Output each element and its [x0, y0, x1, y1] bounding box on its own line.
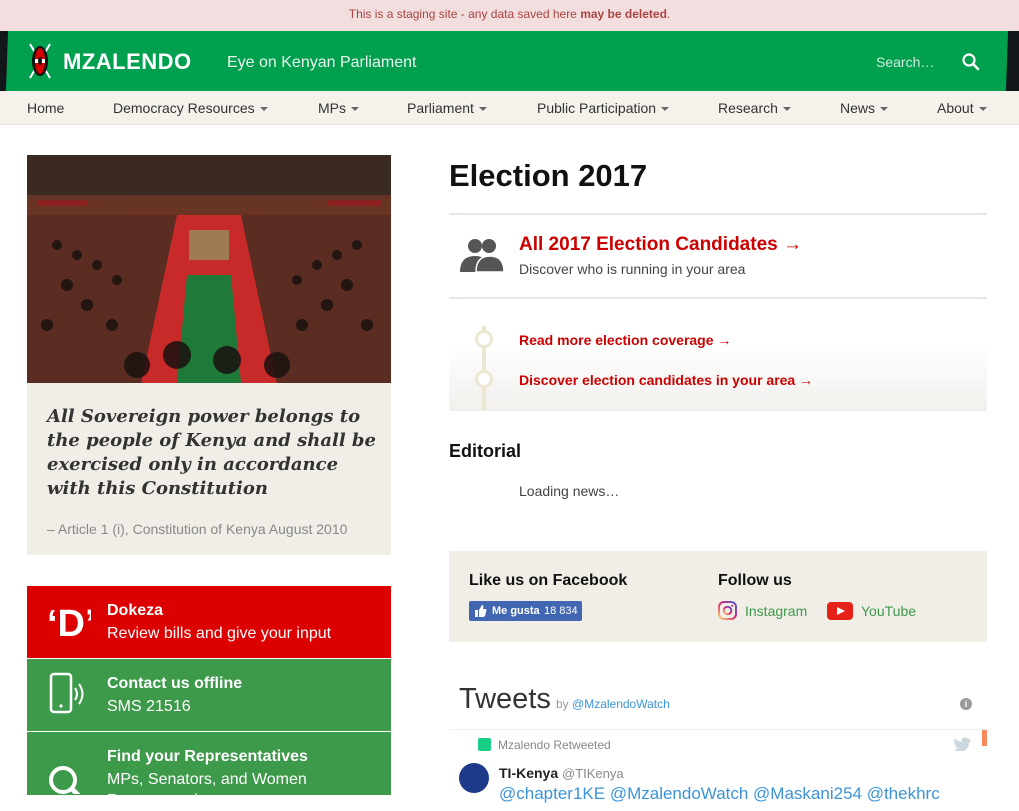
youtube-icon[interactable]: [827, 602, 853, 620]
facebook-like-button[interactable]: Me gusta 18 834: [469, 601, 582, 621]
quote-cite: – Article 1 (i), Constitution of Kenya A…: [47, 521, 348, 537]
tweet-author[interactable]: TI-Kenya @TIKenya: [499, 765, 624, 781]
tweet-handle: @TIKenya: [562, 766, 624, 781]
like-label: Me gusta: [492, 605, 540, 617]
tagline: Eye on Kenyan Parliament: [227, 54, 417, 71]
mobile-phone-icon: [49, 672, 84, 714]
brand-name[interactable]: MZALENDO: [63, 49, 192, 75]
all-candidates-sub: Discover who is running in your area: [519, 261, 746, 277]
tweets-by: by @MzalendoWatch: [556, 697, 670, 711]
facebook-heading: Like us on Facebook: [469, 572, 628, 589]
nav-mps[interactable]: MPs: [318, 100, 359, 116]
nav-democracy-resources[interactable]: Democracy Resources: [113, 100, 268, 116]
dokeza-sub: Review bills and give your input: [107, 625, 332, 642]
page-title: Election 2017: [449, 158, 648, 193]
nav-public-participation[interactable]: Public Participation: [537, 100, 670, 116]
find-reps-title: Find your Representatives: [107, 748, 308, 765]
nav-news[interactable]: News: [840, 100, 889, 116]
staging-end: .: [666, 7, 671, 21]
kenya-shield-icon[interactable]: [27, 42, 53, 80]
divider: [449, 729, 987, 730]
nav-about[interactable]: About: [937, 100, 987, 116]
info-icon[interactable]: i: [960, 698, 972, 710]
caret-down-icon: [880, 107, 889, 112]
find-reps-sub: MPs, Senators, and Women Representatives: [107, 771, 307, 809]
svg-text:‘D’: ‘D’: [47, 603, 91, 644]
find-representatives-button[interactable]: Find your Representatives MPs, Senators,…: [27, 732, 391, 809]
retweet-icon: [478, 738, 491, 751]
caret-down-icon: [661, 107, 670, 112]
site-header: MZALENDO Eye on Kenyan Parliament Search…: [0, 31, 1019, 91]
instagram-link[interactable]: Instagram: [745, 603, 807, 619]
thumbs-up-icon: [475, 605, 487, 617]
scrollbar-thumb[interactable]: [982, 730, 987, 746]
nav-home[interactable]: Home: [27, 100, 64, 116]
caret-down-icon: [978, 107, 987, 112]
dokeza-title: Dokeza: [107, 602, 164, 619]
search-input[interactable]: Search…: [876, 54, 934, 70]
caret-down-icon: [478, 107, 487, 112]
search-icon[interactable]: [961, 52, 981, 72]
tweet-text[interactable]: @chapter1KE @MzalendoWatch @Maskani254 @…: [499, 784, 979, 804]
tweets-by-handle[interactable]: @MzalendoWatch: [572, 697, 670, 711]
nav-parliament[interactable]: Parliament: [407, 100, 487, 116]
retweeted-label: Mzalendo Retweeted: [498, 738, 611, 752]
contact-offline-button[interactable]: Contact us offline SMS 21516: [27, 659, 391, 731]
staging-banner: This is a staging site - any data saved …: [0, 0, 1019, 31]
main-nav: Home Democracy Resources MPs Parliament …: [0, 91, 1019, 125]
election-links: [449, 299, 987, 411]
caret-down-icon: [782, 107, 791, 112]
nav-research[interactable]: Research: [718, 100, 791, 116]
staging-bold: may be deleted: [580, 7, 667, 21]
caret-down-icon: [259, 107, 268, 112]
magnifier-icon: [49, 766, 81, 794]
youtube-link[interactable]: YouTube: [861, 603, 916, 619]
twitter-bird-icon[interactable]: [954, 737, 971, 751]
contact-offline-title: Contact us offline: [107, 675, 243, 692]
parliament-chamber-image: [27, 155, 391, 383]
staging-text: This is a staging site - any data saved …: [348, 7, 581, 21]
follow-heading: Follow us: [718, 572, 792, 589]
dokeza-button[interactable]: ‘D’ Dokeza Review bills and give your in…: [27, 586, 391, 658]
social-box: Like us on Facebook Me gusta 18 834 Foll…: [449, 551, 987, 642]
contact-offline-sub: SMS 21516: [107, 698, 191, 715]
avatar[interactable]: [459, 763, 489, 793]
people-icon: [460, 239, 505, 273]
timeline-dot: [475, 370, 493, 388]
dokeza-d-icon: ‘D’: [47, 603, 91, 644]
tweets-heading: Tweets: [459, 683, 551, 715]
divider: [449, 213, 987, 215]
editorial-heading: Editorial: [449, 441, 522, 461]
constitution-quote: All Sovereign power belongs to the peopl…: [27, 383, 391, 555]
election-coverage-link[interactable]: Read more election coverage →: [519, 332, 731, 348]
like-count: 18 834: [544, 605, 578, 617]
quote-text: All Sovereign power belongs to the peopl…: [47, 406, 376, 499]
all-candidates-link[interactable]: All 2017 Election Candidates →: [519, 234, 802, 256]
candidates-in-area-link[interactable]: Discover election candidates in your are…: [519, 372, 813, 388]
caret-down-icon: [351, 107, 359, 112]
timeline-dot: [475, 330, 493, 348]
instagram-icon[interactable]: [718, 601, 737, 620]
loading-news: Loading news…: [519, 483, 620, 499]
